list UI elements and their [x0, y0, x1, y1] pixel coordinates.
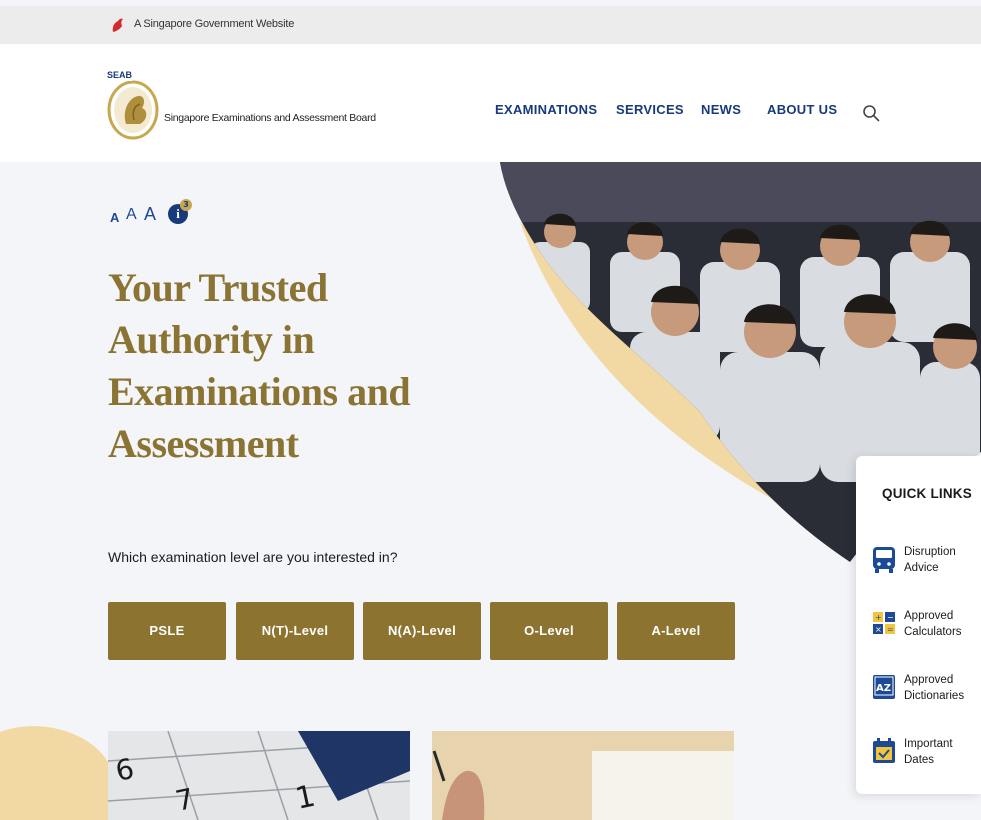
- singapore-lion-icon: [112, 18, 123, 32]
- quick-link-label: Calculators: [904, 626, 962, 638]
- brand-name: Singapore Examinations and Assessment Bo…: [164, 112, 376, 124]
- svg-text:−: −: [887, 613, 894, 622]
- calculator-icon: + − × =: [873, 612, 895, 634]
- nav-examinations[interactable]: EXAMINATIONS: [495, 102, 597, 117]
- seab-logo[interactable]: SEAB: [104, 62, 160, 142]
- nav-news[interactable]: NEWS: [701, 102, 741, 117]
- logo-text: SEAB: [107, 70, 133, 80]
- calendar-icon: [873, 738, 895, 763]
- search-icon[interactable]: [862, 104, 880, 122]
- quick-link-label: Dates: [904, 754, 935, 766]
- quick-link-important-dates[interactable]: Important Dates: [872, 736, 978, 780]
- font-size-medium-button[interactable]: A: [126, 206, 137, 224]
- font-size-large-button[interactable]: A: [144, 204, 156, 225]
- feature-card-exam[interactable]: [432, 731, 734, 820]
- exam-paper-photo: [432, 731, 734, 820]
- quick-link-label: Dictionaries: [904, 690, 965, 702]
- exam-level-question: Which examination level are you interest…: [108, 549, 398, 565]
- a-level-button[interactable]: A-Level: [617, 602, 735, 660]
- na-level-button[interactable]: N(A)-Level: [363, 602, 481, 660]
- site-header: SEAB Singapore Examinations and Assessme…: [0, 44, 981, 162]
- dictionary-icon: AZ: [873, 675, 895, 699]
- nav-services[interactable]: SERVICES: [616, 102, 684, 117]
- bus-icon: [873, 547, 895, 573]
- quick-link-approved-calculators[interactable]: + − × = Approved Calculators: [872, 608, 978, 652]
- quick-links-panel: QUICK LINKS Disruption Advice + − × = Ap…: [856, 456, 981, 794]
- gov-website-label: A Singapore Government Website: [134, 18, 295, 30]
- svg-text:+: +: [875, 613, 882, 622]
- o-level-button[interactable]: O-Level: [490, 602, 608, 660]
- svg-text:AZ: AZ: [876, 683, 891, 694]
- quick-links-title: QUICK LINKS: [882, 486, 972, 501]
- svg-text:×: ×: [875, 625, 882, 634]
- quick-link-label: Disruption: [904, 546, 956, 558]
- quick-link-label: Advice: [904, 562, 939, 574]
- quick-link-approved-dictionaries[interactable]: AZ Approved Dictionaries: [872, 672, 978, 716]
- info-badge: 3: [180, 199, 192, 211]
- psle-button[interactable]: PSLE: [108, 602, 226, 660]
- nt-level-button[interactable]: N(T)-Level: [236, 602, 354, 660]
- quick-link-label: Important: [904, 738, 953, 750]
- calendar-photo: 6 7 1: [108, 731, 410, 820]
- quick-link-label: Approved: [904, 674, 954, 686]
- svg-text:=: =: [887, 625, 894, 634]
- font-size-small-button[interactable]: A: [110, 210, 119, 225]
- feature-card-calendar[interactable]: 6 7 1: [108, 731, 410, 820]
- nav-about-us[interactable]: ABOUT US: [767, 102, 837, 117]
- quick-link-label: Approved: [904, 610, 954, 622]
- quick-link-disruption-advice[interactable]: Disruption Advice: [872, 544, 978, 588]
- hero-title: Your Trusted Authority in Examinations a…: [108, 265, 411, 466]
- gov-masthead: A Singapore Government Website: [0, 6, 981, 44]
